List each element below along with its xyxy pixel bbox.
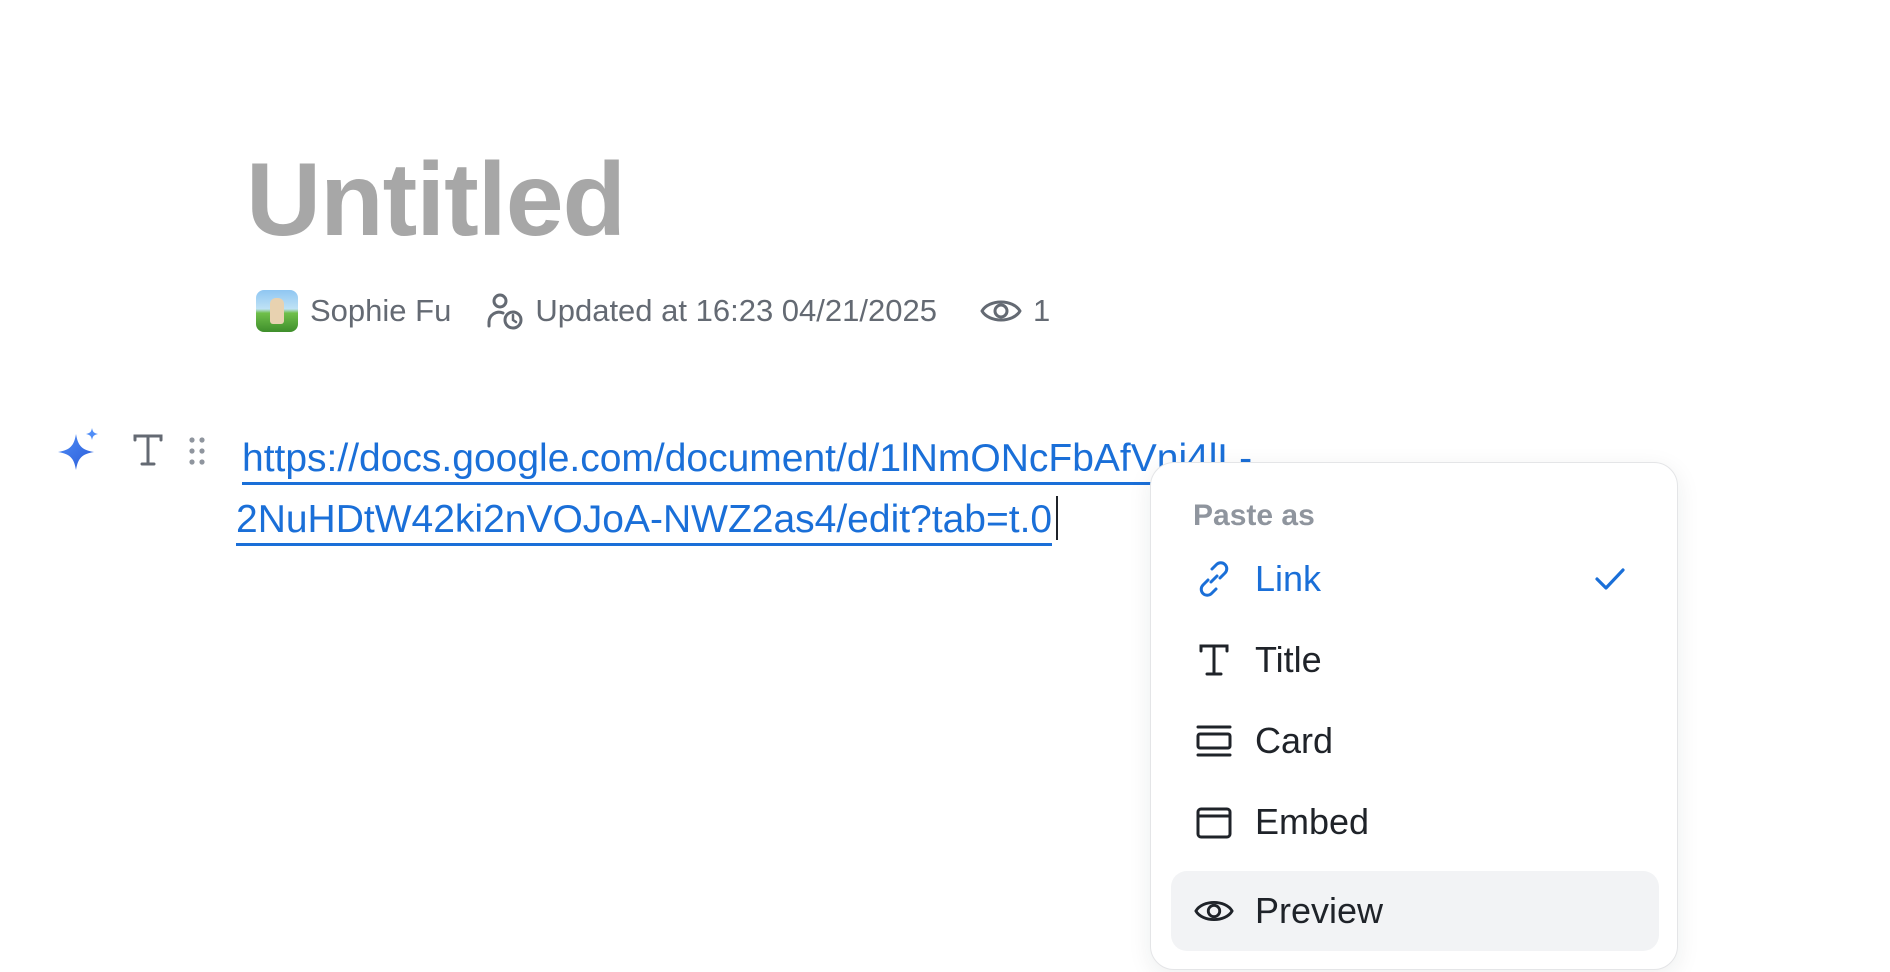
ai-sparkle-icon[interactable] (56, 428, 100, 472)
menu-item-title[interactable]: Title (1171, 620, 1659, 700)
menu-item-label: Card (1255, 720, 1334, 761)
card-icon (1193, 720, 1235, 762)
user-clock-icon (487, 293, 523, 330)
drag-handle-icon[interactable] (186, 434, 208, 468)
menu-item-card[interactable]: Card (1171, 701, 1659, 781)
pasted-link-line-2[interactable]: 2NuHDtW42ki2nVOJoA-NWZ2as4/edit?tab=t.0 (236, 498, 1053, 546)
author-name[interactable]: Sophie Fu (310, 293, 451, 329)
menu-item-link[interactable]: Link (1171, 539, 1659, 619)
menu-header: Paste as (1193, 499, 1315, 532)
paste-as-menu: Paste as Link Title Card Embed Preview (1150, 462, 1678, 970)
menu-item-preview[interactable]: Preview (1171, 871, 1659, 951)
eye-icon (980, 300, 1022, 322)
embed-icon (1193, 801, 1235, 843)
avatar[interactable] (256, 290, 298, 332)
view-count: 1 (1032, 293, 1051, 328)
menu-item-label: Embed (1255, 801, 1370, 842)
pasted-link-line-1[interactable]: https://docs.google.com/document/d/1lNmO… (242, 437, 1253, 485)
menu-item-label: Link (1255, 558, 1322, 599)
check-icon (1595, 568, 1625, 590)
eye-icon (1193, 890, 1235, 932)
menu-item-embed[interactable]: Embed (1171, 782, 1659, 862)
menu-item-label: Preview (1255, 890, 1384, 931)
updated-timestamp: Updated at 16:23 04/21/2025 (535, 293, 937, 328)
page-title[interactable]: Untitled (246, 148, 626, 252)
text-t-icon (1193, 639, 1235, 681)
link-icon (1193, 558, 1235, 600)
text-type-icon[interactable] (132, 432, 164, 468)
doc-meta-bar: Sophie Fu Updated at 16:23 04/21/2025 1 (256, 290, 1050, 332)
text-caret (1056, 496, 1059, 540)
menu-item-label: Title (1255, 639, 1322, 680)
